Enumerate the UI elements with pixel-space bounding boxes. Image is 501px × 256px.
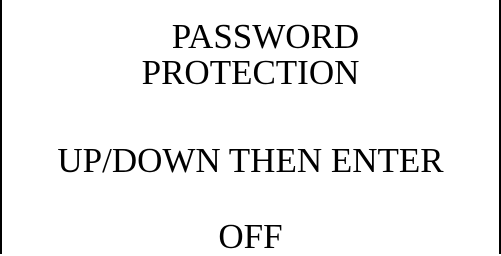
lcd-display-panel: PASSWORD PROTECTION UP/DOWN THEN ENTER O… xyxy=(0,0,501,256)
title-line-1: PASSWORD xyxy=(171,17,360,56)
title-line-2: PROTECTION xyxy=(141,53,360,92)
password-protection-value[interactable]: OFF xyxy=(4,218,497,256)
instruction-text: UP/DOWN THEN ENTER xyxy=(57,141,444,180)
